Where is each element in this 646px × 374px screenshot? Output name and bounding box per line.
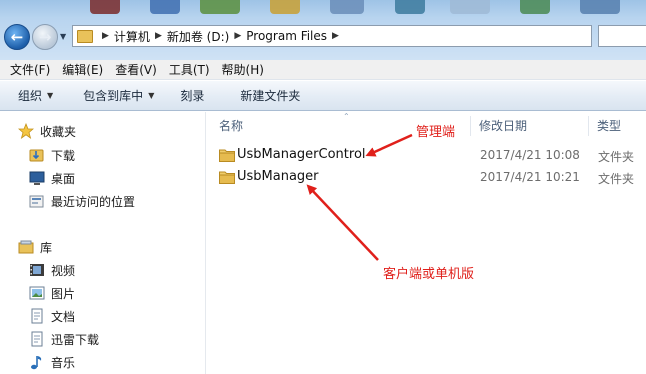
arrow-to-client-folder (306, 184, 379, 261)
annotation-manager: 管理端 (416, 125, 456, 140)
annotation-client: 客户端或单机版 (383, 267, 475, 282)
arrow-to-manager-folder (365, 133, 413, 157)
annotation-arrows (306, 133, 413, 261)
